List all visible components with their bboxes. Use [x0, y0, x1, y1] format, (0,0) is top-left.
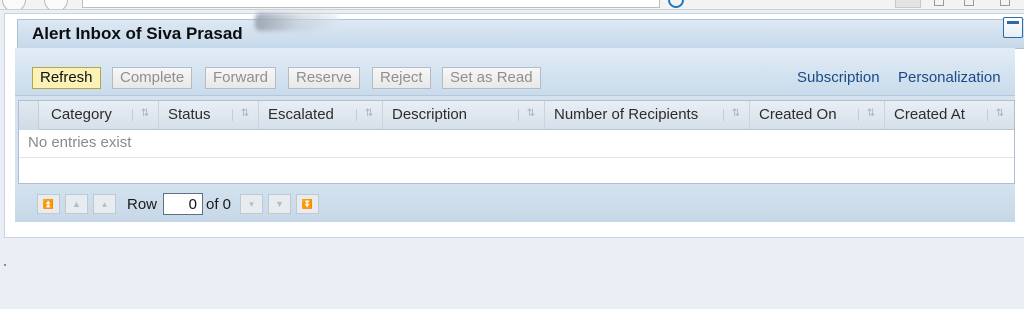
sort-icon[interactable]: ⇅	[232, 107, 252, 121]
empty-message: No entries exist	[28, 134, 132, 151]
row-total: of 0	[206, 196, 232, 213]
column-header-status[interactable]: Status ⇅	[159, 101, 259, 130]
table-row: No entries exist	[19, 130, 1014, 158]
window-control-icon[interactable]	[1000, 0, 1010, 6]
set-as-read-button[interactable]: Set as Read	[442, 67, 541, 89]
reserve-button[interactable]: Reserve	[288, 67, 360, 89]
pager: ⏫ ▲ ▴ Row of 0 ▾ ▼ ⏬	[15, 186, 1015, 222]
window-control-icon[interactable]	[964, 0, 974, 6]
alerts-table: Category ⇅ Status ⇅ Escalated ⇅ Descript…	[18, 100, 1015, 184]
column-label: Escalated	[268, 106, 334, 123]
row-number-input[interactable]	[163, 193, 203, 215]
redacted-name	[255, 13, 339, 31]
alert-inbox-content: Refresh Complete Forward Reserve Reject …	[15, 48, 1015, 222]
browser-toolbar	[0, 0, 1024, 10]
column-header-created-at[interactable]: Created At ⇅	[885, 101, 1014, 130]
sort-icon[interactable]: ⇅	[858, 107, 878, 121]
column-header-escalated[interactable]: Escalated ⇅	[259, 101, 383, 130]
column-label: Created On	[759, 106, 837, 123]
first-page-icon[interactable]: ⏫	[37, 194, 60, 214]
column-label: Created At	[894, 106, 965, 123]
browser-icon	[668, 0, 684, 8]
toolbar: Refresh Complete Forward Reserve Reject …	[15, 48, 1015, 96]
page-title: Alert Inbox of Siva Prasad	[32, 24, 243, 43]
last-page-icon[interactable]: ⏬	[296, 194, 319, 214]
personalization-link[interactable]: Personalization	[898, 69, 1001, 86]
column-header-number-of-recipients[interactable]: Number of Recipients ⇅	[545, 101, 750, 130]
back-icon[interactable]	[2, 0, 26, 9]
column-label: Status	[168, 106, 211, 123]
table-row	[19, 159, 1014, 183]
next-page-icon[interactable]: ▼	[268, 194, 291, 214]
panel-header: Alert Inbox of Siva Prasad	[17, 19, 1024, 49]
reject-button[interactable]: Reject	[372, 67, 431, 89]
select-all-column[interactable]	[19, 101, 39, 130]
column-header-created-on[interactable]: Created On ⇅	[750, 101, 885, 130]
sort-icon[interactable]: ⇅	[723, 107, 743, 121]
browser-button[interactable]	[895, 0, 921, 8]
sort-icon[interactable]: ⇅	[518, 107, 538, 121]
previous-row-icon[interactable]: ▴	[93, 194, 116, 214]
forward-icon[interactable]	[44, 0, 68, 9]
complete-button[interactable]: Complete	[112, 67, 193, 89]
refresh-button[interactable]: Refresh	[32, 67, 101, 89]
row-label: Row	[127, 196, 158, 213]
next-row-icon[interactable]: ▾	[240, 194, 263, 214]
previous-page-icon[interactable]: ▲	[65, 194, 88, 214]
sort-icon[interactable]: ⇅	[987, 107, 1007, 121]
column-header-category[interactable]: Category ⇅	[39, 101, 159, 130]
table-header: Category ⇅ Status ⇅ Escalated ⇅ Descript…	[19, 101, 1014, 130]
sort-icon[interactable]: ⇅	[132, 107, 152, 121]
column-label: Description	[392, 106, 468, 123]
minimize-icon[interactable]	[1003, 17, 1023, 38]
window-control-icon[interactable]	[934, 0, 944, 6]
stray-dot	[4, 264, 6, 266]
column-label: Category	[51, 106, 112, 123]
column-header-description[interactable]: Description ⇅	[383, 101, 545, 130]
address-bar[interactable]	[82, 0, 660, 8]
sort-icon[interactable]: ⇅	[356, 107, 376, 121]
column-label: Number of Recipients	[554, 106, 699, 123]
forward-button[interactable]: Forward	[205, 67, 277, 89]
subscription-link[interactable]: Subscription	[797, 69, 880, 86]
